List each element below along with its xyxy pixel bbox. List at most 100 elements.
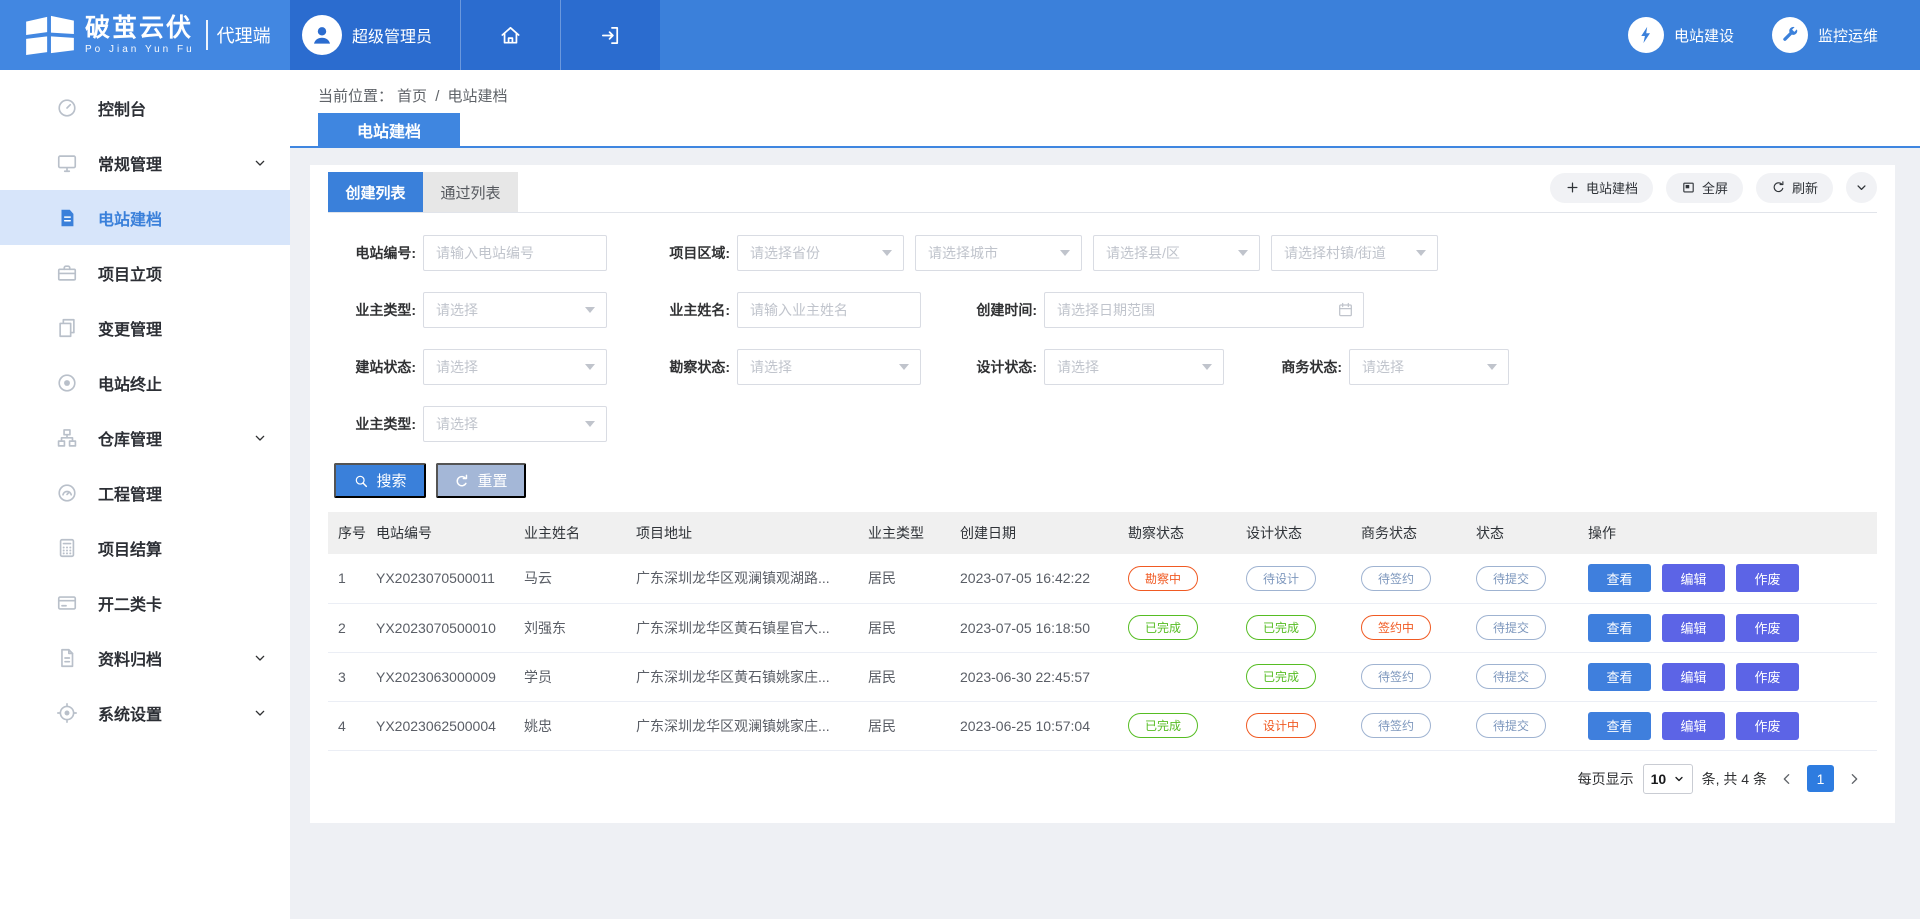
table-body: 1YX2023070500011马云广东深圳龙华区观澜镇观湖路...居民2023…	[328, 554, 1877, 750]
filter-select[interactable]: 请选择省份	[737, 235, 904, 271]
sidebar-item-settings[interactable]: 系统设置	[0, 685, 290, 740]
view-button[interactable]: 查看	[1588, 564, 1651, 592]
sidebar-item-file-copy[interactable]: 变更管理	[0, 300, 290, 355]
view-button[interactable]: 查看	[1588, 663, 1651, 691]
sidebar-item-gauge[interactable]: 工程管理	[0, 465, 290, 520]
sidebar-item-card[interactable]: 开二类卡	[0, 575, 290, 630]
select-placeholder: 请选择	[436, 414, 478, 434]
sitemap-icon	[56, 427, 78, 449]
table-row: 3YX2023063000009学员广东深圳龙华区黄石镇姚家庄...居民2023…	[328, 652, 1877, 701]
create-station-button[interactable]: 电站建档	[1550, 173, 1653, 203]
refresh-button[interactable]: 刷新	[1756, 173, 1833, 203]
sidebar-item-calculator[interactable]: 项目结算	[0, 520, 290, 575]
tab-passed-list[interactable]: 通过列表	[423, 172, 518, 212]
filter-field: 业主姓名:	[642, 292, 921, 328]
filter-select[interactable]: 请选择	[423, 292, 607, 328]
filter-label: 业主类型:	[328, 414, 416, 434]
filter-label: 勘察状态:	[642, 357, 730, 377]
column-header: 业主姓名	[524, 512, 636, 554]
business-status-cell: 签约中	[1361, 603, 1476, 652]
sidebar-item-dashboard[interactable]: 控制台	[0, 80, 290, 135]
filter-select[interactable]: 请选择城市	[915, 235, 1082, 271]
filter-field: 业主类型:请选择	[328, 292, 607, 328]
home-button[interactable]	[460, 0, 560, 70]
edit-button[interactable]: 编辑	[1662, 712, 1725, 740]
edit-button[interactable]: 编辑	[1662, 564, 1725, 592]
lightning-icon	[1628, 17, 1664, 53]
sidebar-item-archive[interactable]: 资料归档	[0, 630, 290, 685]
chevron-down-icon	[252, 155, 268, 171]
per-page-select[interactable]: 10	[1643, 764, 1693, 794]
filter-select[interactable]: 请选择村镇/街道	[1271, 235, 1438, 271]
status-badge: 待签约	[1361, 566, 1431, 591]
filter-input[interactable]	[737, 292, 921, 328]
prev-page-button[interactable]	[1776, 768, 1798, 790]
sidebar-item-monitor[interactable]: 常规管理	[0, 135, 290, 190]
logout-button[interactable]	[560, 0, 660, 70]
view-button[interactable]: 查看	[1588, 712, 1651, 740]
edit-button[interactable]: 编辑	[1662, 663, 1725, 691]
filter-label: 业主姓名:	[642, 300, 730, 320]
column-header: 操作	[1588, 512, 1877, 554]
user-info[interactable]: 超级管理员	[290, 15, 460, 55]
station-table: 序号电站编号业主姓名项目地址业主类型创建日期勘察状态设计状态商务状态状态操作 1…	[328, 512, 1877, 751]
filter-field: 商务状态:请选择	[1254, 349, 1509, 385]
filter-date-range[interactable]: 请选择日期范围	[1044, 292, 1364, 328]
search-button[interactable]: 搜索	[334, 463, 426, 498]
void-button[interactable]: 作废	[1736, 663, 1799, 691]
edit-button[interactable]: 编辑	[1662, 614, 1725, 642]
toolbar-button-label: 电站建档	[1586, 178, 1638, 197]
avatar[interactable]	[302, 15, 342, 55]
portal-label: 代理端	[206, 20, 271, 50]
filter-select[interactable]: 请选择	[1349, 349, 1509, 385]
sidebar-item-target[interactable]: 电站终止	[0, 355, 290, 410]
select-placeholder: 请选择城市	[928, 243, 998, 263]
filter-field: 请选择县/区	[1093, 235, 1260, 271]
quick-link-wrench[interactable]: 监控运维	[1772, 17, 1878, 53]
collapse-filters-button[interactable]	[1846, 172, 1877, 203]
breadcrumb-home-link[interactable]: 首页	[397, 88, 427, 105]
total-count-label: 条, 共 4 条	[1702, 769, 1767, 789]
sidebar-item-briefcase[interactable]: 项目立项	[0, 245, 290, 300]
business-status-cell: 待签约	[1361, 701, 1476, 750]
void-button[interactable]: 作废	[1736, 712, 1799, 740]
page-number-1[interactable]: 1	[1807, 765, 1834, 792]
sidebar-item-document[interactable]: 电站建档	[0, 190, 290, 245]
page-tab-station-filing[interactable]: 电站建档	[318, 113, 460, 146]
status-badge: 已完成	[1246, 615, 1316, 640]
filter-select[interactable]: 请选择	[423, 349, 607, 385]
column-header: 创建日期	[960, 512, 1128, 554]
filter-field: 建站状态:请选择	[328, 349, 607, 385]
toolbar: 电站建档 全屏刷新	[1550, 172, 1877, 203]
station-number: YX2023062500004	[376, 701, 524, 750]
sidebar-item-label: 常规管理	[98, 151, 162, 175]
filter-select[interactable]: 请选择县/区	[1093, 235, 1260, 271]
tab-create-list[interactable]: 创建列表	[328, 172, 423, 212]
next-page-button[interactable]	[1843, 768, 1865, 790]
status-badge: 待提交	[1476, 566, 1546, 591]
refresh-icon	[1771, 180, 1786, 195]
select-placeholder: 请选择省份	[750, 243, 820, 263]
void-button[interactable]: 作废	[1736, 614, 1799, 642]
status-badge: 已完成	[1246, 664, 1316, 689]
void-button[interactable]: 作废	[1736, 564, 1799, 592]
file-copy-icon	[56, 317, 78, 339]
gauge-icon	[56, 482, 78, 504]
survey-status-cell: 已完成	[1128, 701, 1246, 750]
row-actions: 查看编辑作废	[1588, 652, 1877, 701]
business-status-cell: 待签约	[1361, 652, 1476, 701]
quick-link-lightning[interactable]: 电站建设	[1628, 17, 1734, 53]
filter-select[interactable]: 请选择	[737, 349, 921, 385]
view-button[interactable]: 查看	[1588, 614, 1651, 642]
fullscreen-button[interactable]: 全屏	[1666, 173, 1743, 203]
filter-select[interactable]: 请选择	[1044, 349, 1224, 385]
filter-select[interactable]: 请选择	[423, 406, 607, 442]
reset-button[interactable]: 重置	[436, 463, 526, 498]
sidebar-item-label: 工程管理	[98, 481, 162, 505]
sidebar-item-sitemap[interactable]: 仓库管理	[0, 410, 290, 465]
filter-input[interactable]	[423, 235, 607, 271]
row-actions: 查看编辑作废	[1588, 554, 1877, 603]
status-badge: 已完成	[1128, 713, 1198, 738]
status-badge: 待设计	[1246, 566, 1316, 591]
dashboard-icon	[56, 97, 78, 119]
